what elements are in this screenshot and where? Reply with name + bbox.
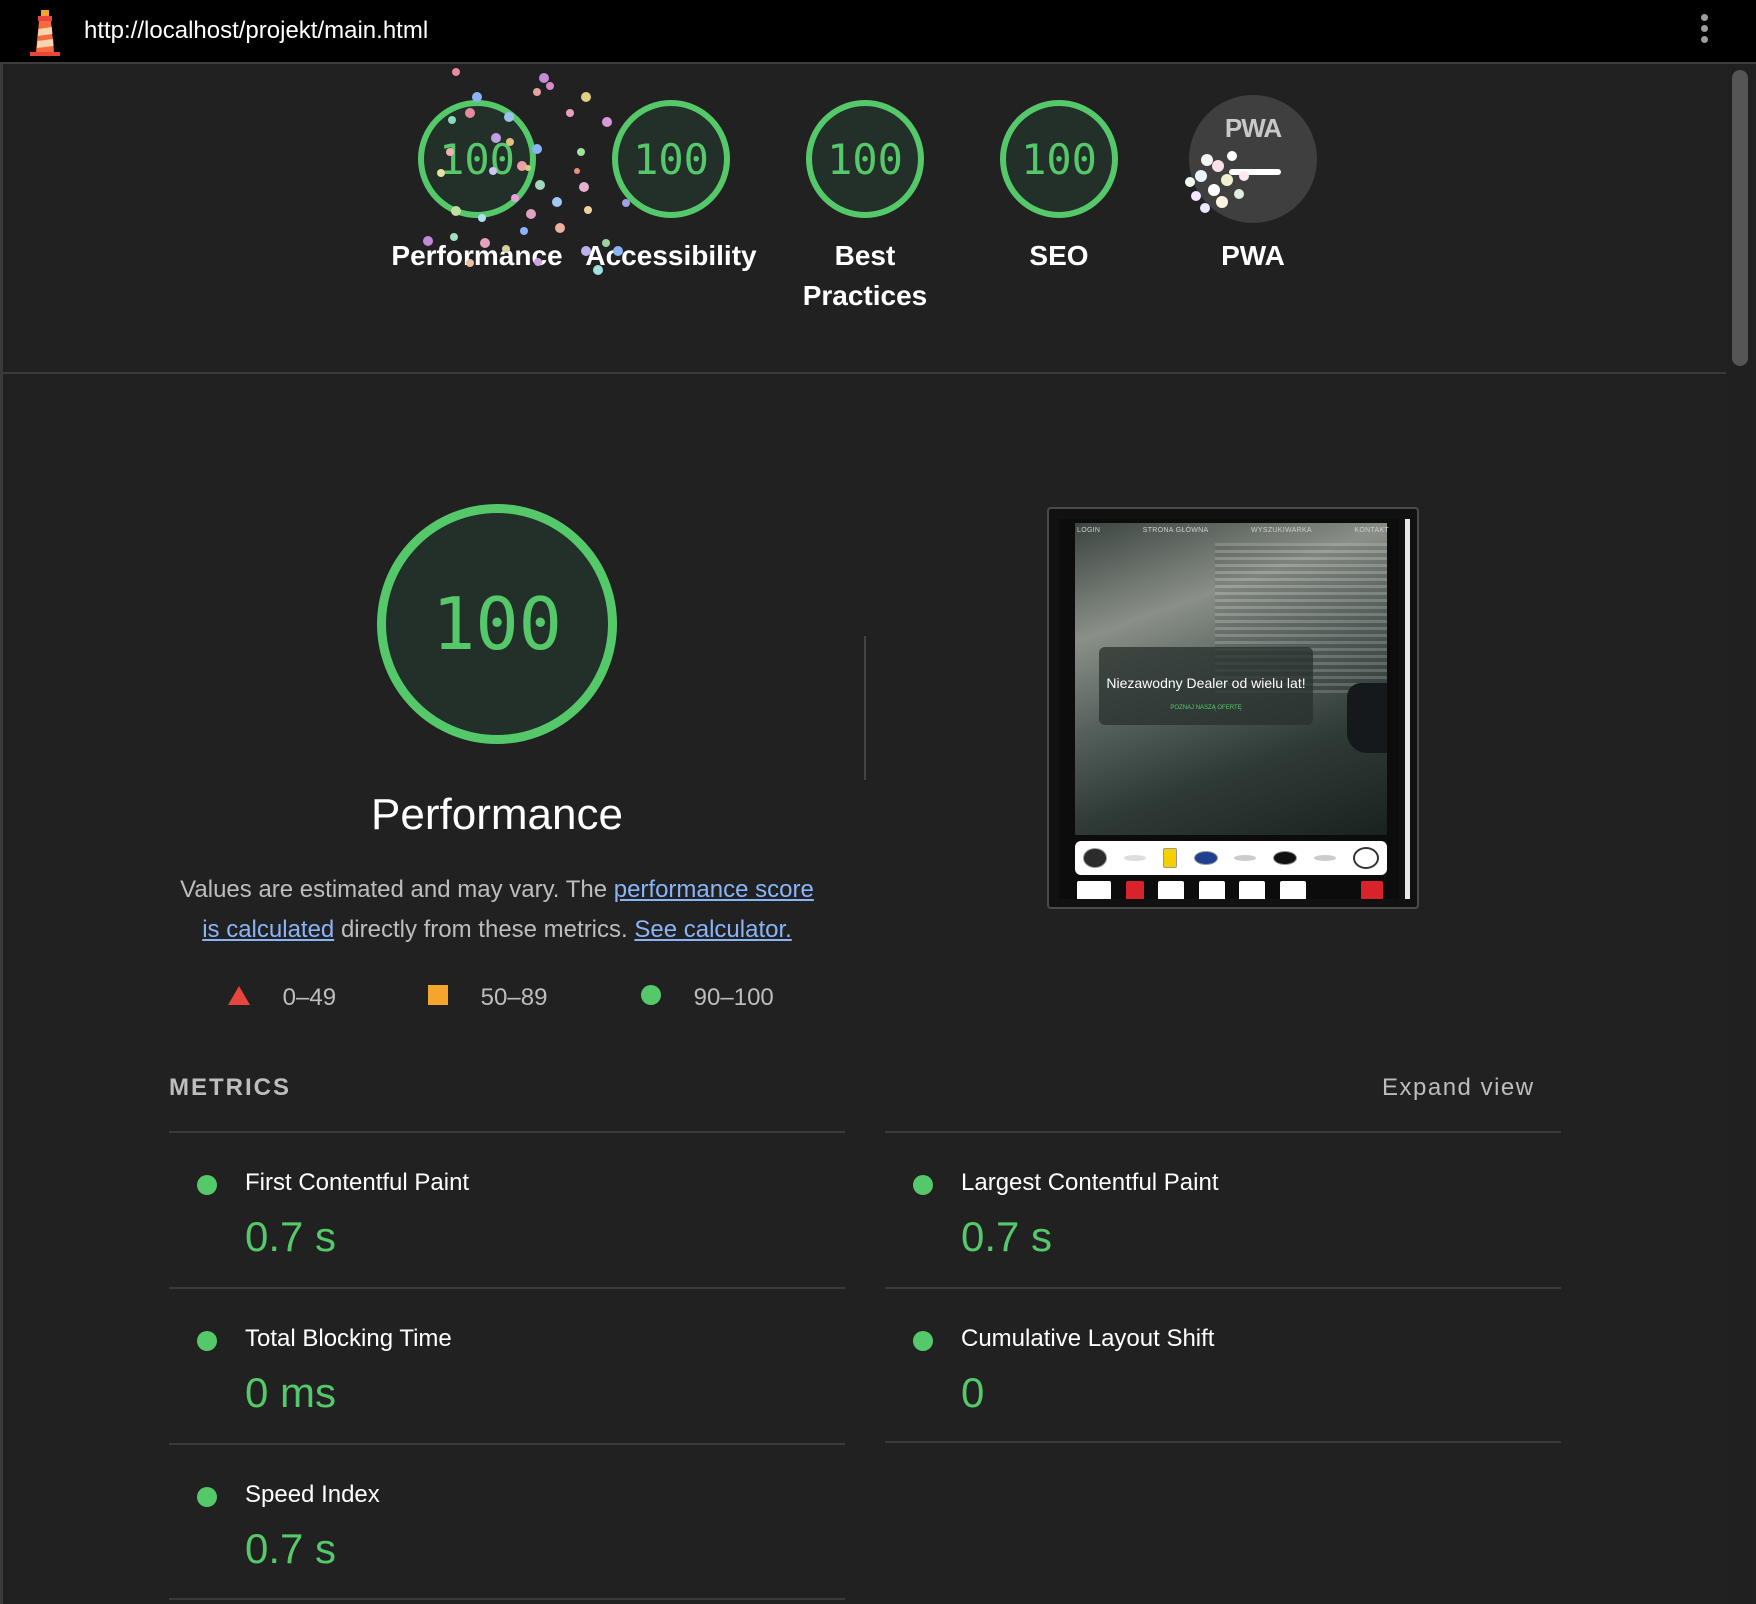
- lighthouse-logo-icon: [30, 10, 60, 56]
- gauge-seo[interactable]: 100 SEO: [959, 100, 1159, 276]
- legend-range: 50–89: [480, 984, 548, 1011]
- legend-range: 0–49: [282, 984, 337, 1011]
- brand-logo-icon: [1234, 855, 1257, 861]
- vertical-separator: [864, 636, 866, 780]
- metric-name: Largest Contentful Paint: [961, 1169, 1219, 1196]
- metric-divider: [885, 1441, 1561, 1443]
- metric-speed-index: Speed Index 0.7 s: [169, 1445, 845, 1595]
- metric-tbt: Total Blocking Time 0 ms: [169, 1289, 845, 1439]
- metric-value: 0: [961, 1369, 985, 1416]
- brand-logo-icon: [1360, 881, 1383, 899]
- gauge-best-practices[interactable]: 100 Best Practices: [765, 100, 965, 316]
- legend-average: 50–89: [428, 984, 547, 1012]
- metric-value: 0 ms: [245, 1369, 337, 1416]
- thumb-nav: LOGIN STRONA GŁÓWNA WYSZUKIWARKA KONTAKT: [1077, 527, 1389, 534]
- more-options-icon[interactable]: [1698, 14, 1710, 50]
- metric-cls: Cumulative Layout Shift 0: [885, 1289, 1561, 1439]
- final-screenshot[interactable]: Niezawodny Dealer od wielu lat! POZNAJ N…: [1047, 507, 1419, 909]
- metric-name: First Contentful Paint: [245, 1169, 470, 1196]
- metric-fcp: First Contentful Paint 0.7 s: [169, 1133, 845, 1283]
- car-silhouette: [1347, 683, 1387, 753]
- metric-name: Speed Index: [245, 1481, 380, 1508]
- gauge-ring: 100: [806, 100, 924, 218]
- brand-logos-row: [1077, 881, 1383, 899]
- see-calculator-link[interactable]: See calculator.: [634, 916, 791, 943]
- gauge-label: Best Practices: [802, 240, 928, 311]
- brand-logo-icon: [1077, 881, 1111, 899]
- brand-logo-icon: [1279, 881, 1306, 899]
- section-divider: [3, 372, 1726, 374]
- thumb-nav-item: STRONA GŁÓWNA: [1142, 527, 1209, 534]
- brand-logo-icon: [1124, 855, 1147, 861]
- gauge-ring: 100: [1000, 100, 1118, 218]
- expand-view-button[interactable]: Expand view: [1382, 1074, 1535, 1102]
- gauge-label: SEO: [1029, 240, 1089, 271]
- performance-title: Performance: [371, 790, 623, 839]
- gauge-ring: 100: [418, 100, 536, 218]
- pass-dot-icon: [197, 1331, 217, 1351]
- legend-fail: 0–49: [228, 984, 336, 1012]
- brand-logo-icon: [1083, 848, 1108, 868]
- pwa-badge-text: PWA: [1224, 113, 1282, 143]
- gauge-score: 100: [827, 134, 903, 184]
- gauge-score: 100: [439, 134, 515, 184]
- scrollbar-thumb[interactable]: [1732, 70, 1748, 366]
- gauge-pwa[interactable]: PWA PWA: [1153, 95, 1353, 276]
- hero-headline: Niezawodny Dealer od wielu lat!: [1106, 675, 1306, 691]
- brand-logo-icon: [1352, 847, 1379, 869]
- metric-value: 0.7 s: [245, 1213, 337, 1260]
- gauge-accessibility[interactable]: 100 Accessibility: [571, 100, 771, 276]
- thumb-nav-item: WYSZUKIWARKA: [1250, 527, 1312, 534]
- metrics-heading: METRICS: [169, 1074, 291, 1101]
- circle-icon: [641, 985, 661, 1005]
- thumb-scrollbar: [1405, 519, 1410, 899]
- thumb-nav-item: KONTAKT: [1354, 527, 1389, 534]
- legend-range: 90–100: [693, 984, 774, 1011]
- metric-name: Cumulative Layout Shift: [961, 1325, 1215, 1352]
- performance-description: Values are estimated and may vary. The p…: [170, 870, 824, 950]
- brand-logo-icon: [1193, 851, 1218, 865]
- pwa-dash-icon: [1229, 169, 1281, 175]
- gauge-label: PWA: [1221, 240, 1285, 271]
- pass-dot-icon: [197, 1175, 217, 1195]
- pwa-badge-icon: PWA: [1189, 95, 1317, 223]
- brand-logo-icon: [1239, 881, 1266, 899]
- gauge-label: Accessibility: [585, 240, 757, 271]
- desc-text: directly from these metrics.: [334, 916, 635, 943]
- address-bar: http://localhost/projekt/main.html: [0, 0, 1756, 64]
- square-icon: [428, 985, 448, 1005]
- frame-border: [0, 62, 3, 1604]
- performance-score: 100: [431, 582, 563, 666]
- gauge-score: 100: [633, 134, 709, 184]
- brand-logos-row: [1075, 841, 1387, 875]
- performance-gauge-large: 100: [377, 504, 617, 744]
- thumb-nav-item: LOGIN: [1077, 527, 1101, 534]
- brand-logo-icon: [1273, 851, 1298, 865]
- screenshot-page: Niezawodny Dealer od wielu lat! POZNAJ N…: [1059, 519, 1399, 899]
- metric-divider: [169, 1598, 845, 1600]
- pass-dot-icon: [197, 1487, 217, 1507]
- brand-logo-icon: [1320, 881, 1346, 899]
- pass-dot-icon: [913, 1175, 933, 1195]
- legend-pass: 90–100: [641, 984, 774, 1012]
- metric-value: 0.7 s: [245, 1525, 337, 1572]
- gauge-ring: 100: [612, 100, 730, 218]
- brand-logo-icon: [1313, 855, 1336, 861]
- gauge-score: 100: [1021, 134, 1097, 184]
- brand-logo-icon: [1198, 881, 1225, 899]
- gauge-label: Performance: [391, 240, 563, 271]
- desc-text: Values are estimated and may vary. The: [180, 876, 614, 903]
- triangle-icon: [228, 986, 250, 1005]
- hero-cta: POZNAJ NASZĄ OFERTĘ: [1170, 705, 1242, 711]
- metric-lcp: Largest Contentful Paint 0.7 s: [885, 1133, 1561, 1283]
- metric-value: 0.7 s: [961, 1213, 1053, 1260]
- brand-logo-icon: [1158, 881, 1185, 899]
- metric-name: Total Blocking Time: [245, 1325, 452, 1352]
- gauge-performance[interactable]: 100 Performance: [377, 100, 577, 276]
- hero-image: Niezawodny Dealer od wielu lat! POZNAJ N…: [1075, 523, 1387, 835]
- brand-logo-icon: [1125, 881, 1144, 899]
- page-url: http://localhost/projekt/main.html: [84, 17, 429, 44]
- pass-dot-icon: [913, 1331, 933, 1351]
- brand-logo-icon: [1162, 848, 1177, 868]
